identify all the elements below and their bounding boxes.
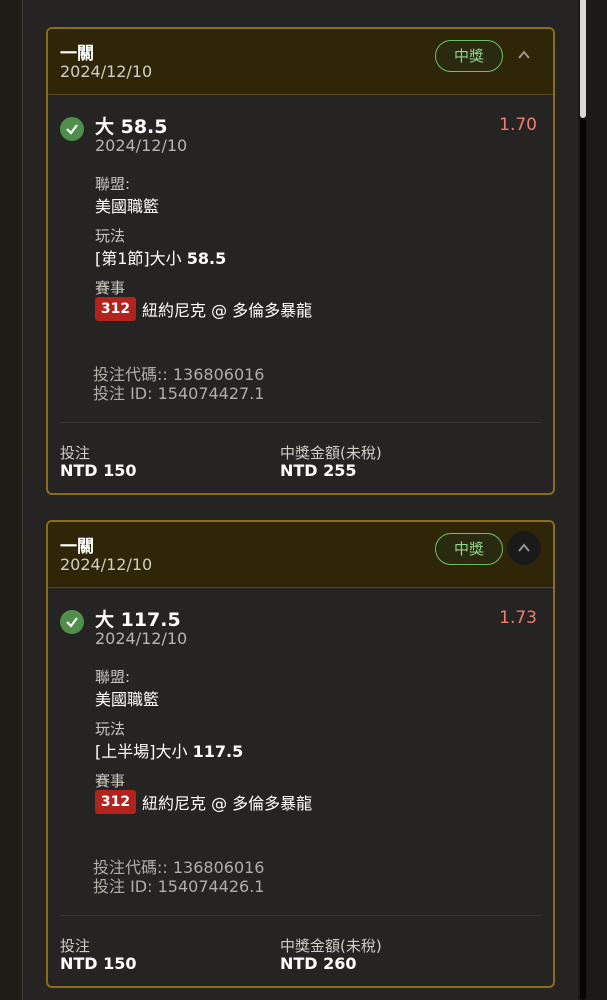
event-row: 312 紐約尼克 @ 多倫多暴龍 xyxy=(95,297,312,321)
chevron-up-icon[interactable] xyxy=(507,531,541,565)
check-circle-icon xyxy=(60,610,84,634)
bet-card: 一關 2024/12/10 中獎 大 117.5 2024/12/10 1.73… xyxy=(46,520,555,988)
play-line: 117.5 xyxy=(192,742,244,761)
check-circle-icon xyxy=(60,117,84,141)
scrollbar-rail xyxy=(580,118,586,1000)
selection-odds: 1.70 xyxy=(499,115,537,135)
stake-label: 投注 xyxy=(60,937,91,955)
selection-name: 大 58.5 xyxy=(95,116,168,138)
play-type: [第1節]大小 xyxy=(95,249,182,268)
bet-type-title: 一關 xyxy=(60,44,94,64)
league-value: 美國職籃 xyxy=(95,197,160,216)
event-name: 紐約尼克 @ 多倫多暴龍 xyxy=(142,301,313,320)
selection-odds: 1.73 xyxy=(499,608,537,628)
bet-date: 2024/12/10 xyxy=(60,62,153,81)
league-label: 聯盟: xyxy=(95,668,131,686)
event-number-badge: 312 xyxy=(95,790,136,814)
bet-date: 2024/12/10 xyxy=(60,555,153,574)
chevron-up-icon[interactable] xyxy=(507,38,541,72)
divider xyxy=(60,915,541,916)
payout-label: 中獎金額(未稅) xyxy=(280,937,382,955)
bet-card: 一關 2024/12/10 中獎 大 58.5 2024/12/10 1.70 … xyxy=(46,27,555,495)
event-row: 312 紐約尼克 @ 多倫多暴龍 xyxy=(95,790,312,814)
selection-date: 2024/12/10 xyxy=(95,136,188,155)
payout-value: NTD 260 xyxy=(280,954,357,973)
play-value: [上半場]大小 117.5 xyxy=(95,738,243,762)
status-badge: 中獎 xyxy=(435,40,503,72)
scrollbar-thumb[interactable] xyxy=(580,0,586,118)
bet-id: 投注 ID: 154074426.1 xyxy=(93,877,265,896)
divider xyxy=(60,422,541,423)
selection-name: 大 117.5 xyxy=(95,609,181,631)
event-number-badge: 312 xyxy=(95,297,136,321)
event-name: 紐約尼克 @ 多倫多暴龍 xyxy=(142,794,313,813)
payout-value: NTD 255 xyxy=(280,461,357,480)
status-badge: 中獎 xyxy=(435,533,503,565)
stake-value: NTD 150 xyxy=(60,954,137,973)
bet-card-header[interactable]: 一關 2024/12/10 中獎 xyxy=(48,29,553,95)
play-value: [第1節]大小 58.5 xyxy=(95,245,226,269)
play-line: 58.5 xyxy=(186,249,227,268)
play-label: 玩法 xyxy=(95,720,126,738)
play-type: [上半場]大小 xyxy=(95,742,188,761)
play-label: 玩法 xyxy=(95,227,126,245)
selection-date: 2024/12/10 xyxy=(95,629,188,648)
selection-detail: 大 117.5 2024/12/10 1.73 聯盟: 美國職籃 玩法 [上半場… xyxy=(48,588,553,983)
bet-card-header[interactable]: 一關 2024/12/10 中獎 xyxy=(48,522,553,588)
stake-value: NTD 150 xyxy=(60,461,137,480)
league-label: 聯盟: xyxy=(95,175,131,193)
event-label: 賽事 xyxy=(95,772,126,790)
league-value: 美國職籃 xyxy=(95,690,160,709)
bet-id: 投注 ID: 154074427.1 xyxy=(93,384,265,403)
event-label: 賽事 xyxy=(95,279,126,297)
stake-label: 投注 xyxy=(60,444,91,462)
left-gutter xyxy=(0,0,22,1000)
selection-detail: 大 58.5 2024/12/10 1.70 聯盟: 美國職籃 玩法 [第1節]… xyxy=(48,95,553,490)
payout-label: 中獎金額(未稅) xyxy=(280,444,382,462)
bet-type-title: 一關 xyxy=(60,537,94,557)
